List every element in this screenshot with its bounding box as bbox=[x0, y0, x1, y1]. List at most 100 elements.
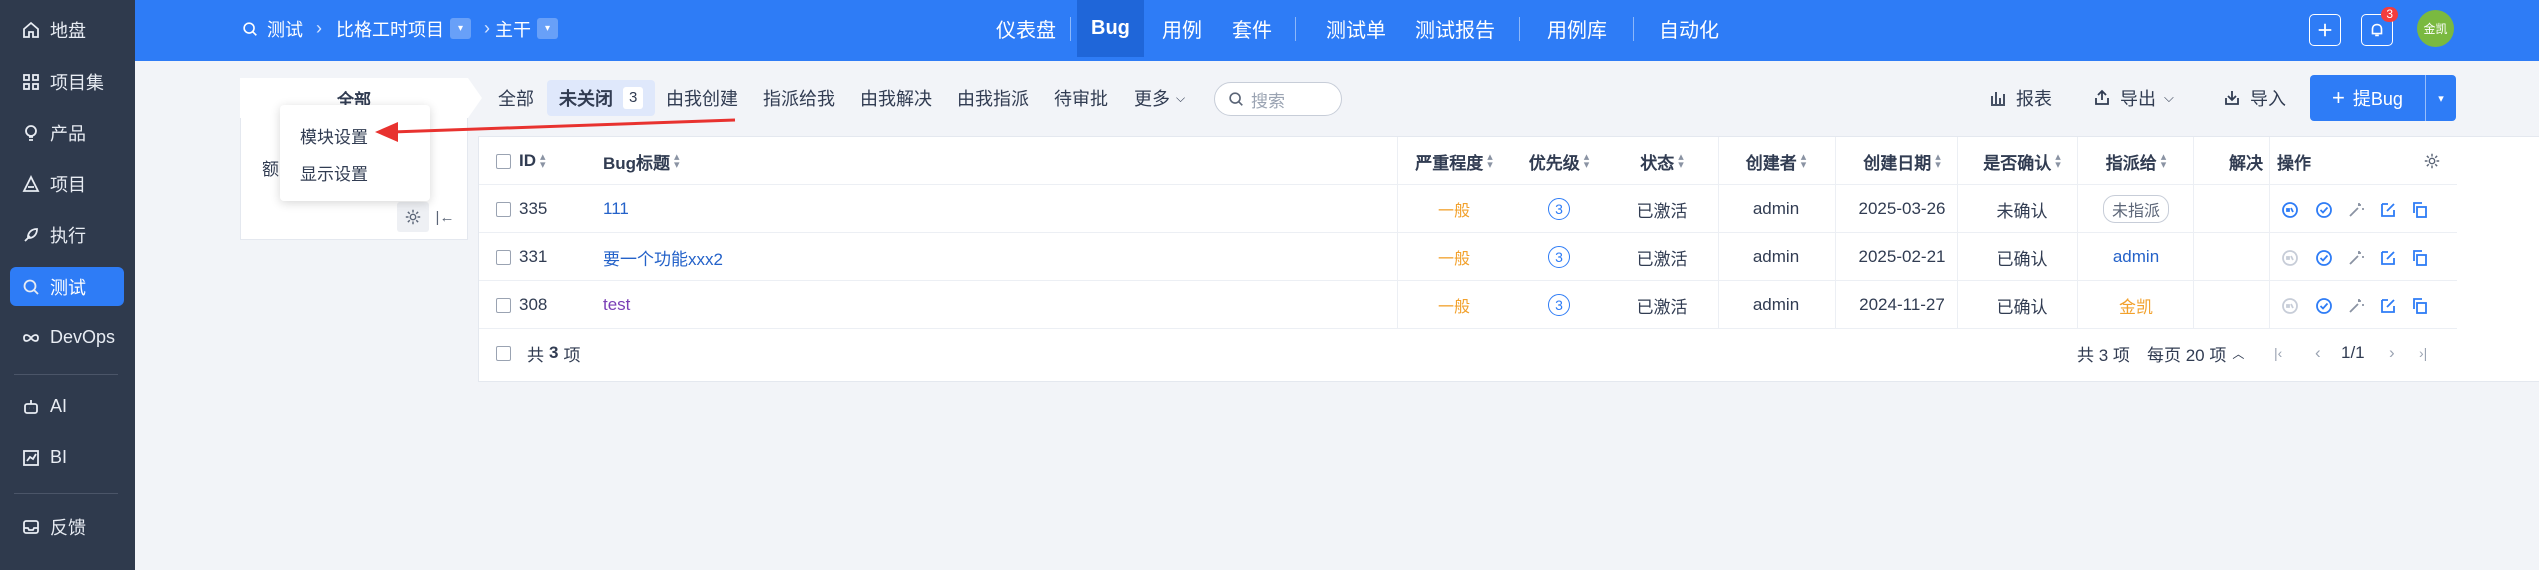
edit-icon[interactable] bbox=[2377, 199, 2399, 221]
header-priority[interactable]: 优先级 ▴ ▾ bbox=[1515, 137, 1603, 185]
prev-page-icon[interactable]: ‹ bbox=[2315, 329, 2321, 377]
resolve-icon[interactable] bbox=[2313, 295, 2335, 317]
per-page-label: 每页 20 项 bbox=[2147, 345, 2227, 365]
row-checkbox[interactable] bbox=[496, 297, 511, 313]
filter-tab-all[interactable]: 全部 bbox=[486, 80, 546, 116]
search-input[interactable]: 搜索 bbox=[1214, 82, 1342, 116]
resolve-icon[interactable] bbox=[2313, 199, 2335, 221]
next-page-icon[interactable]: › bbox=[2389, 329, 2395, 377]
nav-testreport[interactable]: 测试报告 bbox=[1401, 0, 1509, 57]
gear-icon bbox=[2424, 153, 2440, 169]
resolve-icon[interactable] bbox=[2313, 247, 2335, 269]
nav-suites[interactable]: 套件 bbox=[1218, 0, 1286, 57]
confirm-icon bbox=[2279, 247, 2301, 269]
sort-icon: ▴ ▾ bbox=[1583, 151, 1590, 171]
menu-item-module-settings[interactable]: 模块设置 bbox=[300, 123, 368, 148]
nav-bug[interactable]: Bug bbox=[1077, 0, 1144, 57]
breadcrumb-branch[interactable]: 主干 ▾ bbox=[495, 0, 558, 57]
filter-tab-pending-review[interactable]: 待审批 bbox=[1042, 80, 1120, 116]
nav-automation[interactable]: 自动化 bbox=[1645, 0, 1733, 57]
filter-tab-more[interactable]: 更多 ⌵ bbox=[1122, 80, 1197, 116]
breadcrumb-project[interactable]: 比格工时项目 ▾ bbox=[336, 0, 471, 57]
magic-wand-icon[interactable] bbox=[2345, 247, 2367, 269]
nav-divider bbox=[1633, 17, 1634, 41]
bell-icon bbox=[2371, 23, 2383, 37]
table-row[interactable]: 308 test 一般 3 已激活 admin 2024-11-27 已确认 金… bbox=[479, 281, 2457, 329]
sidebar-item-product[interactable]: 产品 bbox=[10, 113, 124, 152]
magic-wand-icon[interactable] bbox=[2345, 199, 2367, 221]
copy-icon[interactable] bbox=[2409, 295, 2431, 317]
nav-cases[interactable]: 用例 bbox=[1148, 0, 1216, 57]
breadcrumb-test[interactable]: 测试 bbox=[241, 0, 303, 57]
footer-checkbox[interactable] bbox=[496, 345, 511, 361]
nav-testtask[interactable]: 测试单 bbox=[1312, 0, 1400, 57]
header-assigned[interactable]: 指派给 ▴ ▾ bbox=[2081, 137, 2191, 185]
table-row[interactable]: 335 111 一般 3 已激活 admin 2025-03-26 未确认 未指… bbox=[479, 185, 2457, 233]
header-label: Bug标题 bbox=[603, 153, 671, 173]
nav-caselib[interactable]: 用例库 bbox=[1533, 0, 1621, 57]
copy-icon[interactable] bbox=[2409, 199, 2431, 221]
sidebar-item-dashboard[interactable]: 地盘 bbox=[10, 10, 124, 49]
row-title-link[interactable]: 111 bbox=[603, 185, 629, 233]
filter-tab-assigned-by-me[interactable]: 由我指派 bbox=[945, 80, 1041, 116]
export-button[interactable]: 导出 ⌵ bbox=[2092, 80, 2174, 116]
sidebar-item-execution[interactable]: 执行 bbox=[10, 215, 124, 254]
create-bug-button[interactable]: + 提Bug ▾ bbox=[2310, 75, 2456, 121]
sidebar-item-ai[interactable]: AI bbox=[10, 387, 124, 426]
last-page-icon[interactable]: ›| bbox=[2419, 329, 2427, 377]
nav-dashboard[interactable]: 仪表盘 bbox=[982, 0, 1070, 57]
import-button[interactable]: 导入 bbox=[2222, 80, 2286, 116]
sidebar-item-feedback[interactable]: 反馈 bbox=[10, 507, 124, 546]
sidebar-item-project[interactable]: 项目 bbox=[10, 164, 124, 203]
page-indicator: 1/1 bbox=[2341, 343, 2365, 362]
table-row[interactable]: 331 要一个功能xxx2 一般 3 已激活 admin 2025-02-21 … bbox=[479, 233, 2457, 281]
create-bug-main[interactable]: + 提Bug bbox=[2310, 75, 2426, 121]
menu-item-display-settings[interactable]: 显示设置 bbox=[300, 160, 368, 185]
collapse-panel-icon[interactable]: |← bbox=[435, 206, 455, 228]
sidebar-divider bbox=[14, 374, 118, 375]
row-title-link[interactable]: test bbox=[603, 281, 630, 329]
add-button[interactable] bbox=[2309, 14, 2341, 46]
row-assigned[interactable]: 金凯 bbox=[2081, 281, 2191, 329]
report-button[interactable]: 报表 bbox=[1988, 80, 2052, 116]
header-resolved[interactable]: 解决 bbox=[2229, 137, 2263, 185]
header-status[interactable]: 状态 ▴ ▾ bbox=[1607, 137, 1717, 185]
per-page-select[interactable]: 每页 20 项 ︿ bbox=[2147, 329, 2244, 377]
chevron-down-icon[interactable]: ▾ bbox=[450, 18, 471, 39]
copy-icon[interactable] bbox=[2409, 247, 2431, 269]
row-checkbox[interactable] bbox=[496, 249, 511, 265]
sidebar-item-devops[interactable]: DevOps bbox=[10, 318, 124, 357]
row-assigned[interactable]: 未指派 bbox=[2081, 185, 2191, 233]
edit-icon[interactable] bbox=[2377, 295, 2399, 317]
magic-wand-icon[interactable] bbox=[2345, 295, 2367, 317]
confirm-icon[interactable] bbox=[2279, 199, 2301, 221]
module-settings-button[interactable] bbox=[397, 202, 429, 232]
header-severity[interactable]: 严重程度 ▴ ▾ bbox=[1399, 137, 1509, 185]
header-title[interactable]: Bug标题 ▴ ▾ bbox=[603, 137, 680, 185]
sidebar-item-test[interactable]: 测试 bbox=[10, 267, 124, 306]
sidebar-item-label: 项目集 bbox=[50, 72, 104, 93]
header-creator[interactable]: 创建者 ▴ ▾ bbox=[1721, 137, 1831, 185]
chevron-down-icon[interactable]: ▾ bbox=[2426, 92, 2456, 105]
search-icon bbox=[1229, 92, 1243, 106]
row-status: 已激活 bbox=[1636, 249, 1688, 269]
header-confirmed[interactable]: 是否确认 ▴ ▾ bbox=[1967, 137, 2077, 185]
sidebar-item-bi[interactable]: BI bbox=[10, 438, 124, 477]
first-page-icon[interactable]: |‹ bbox=[2274, 329, 2282, 377]
edit-icon[interactable] bbox=[2377, 247, 2399, 269]
filter-tab-assigned-to-me[interactable]: 指派给我 bbox=[751, 80, 847, 116]
header-id[interactable]: ID ▴ ▾ bbox=[496, 137, 546, 185]
filter-tab-resolved-by-me[interactable]: 由我解决 bbox=[848, 80, 944, 116]
sidebar-item-programs[interactable]: 项目集 bbox=[10, 62, 124, 101]
row-checkbox[interactable] bbox=[496, 201, 511, 217]
avatar[interactable]: 金凯 bbox=[2417, 10, 2454, 47]
chevron-down-icon[interactable]: ▾ bbox=[537, 18, 558, 39]
row-assigned[interactable]: admin bbox=[2081, 233, 2191, 281]
filter-tab-unclosed[interactable]: 未关闭 3 bbox=[547, 80, 656, 116]
filter-tab-created-by-me[interactable]: 由我创建 bbox=[654, 80, 750, 116]
column-settings-button[interactable] bbox=[2423, 137, 2441, 185]
header-created-date[interactable]: 创建日期 ▴ ▾ bbox=[1837, 137, 1967, 185]
notification-button[interactable]: 3 bbox=[2361, 7, 2398, 46]
select-all-checkbox[interactable] bbox=[496, 153, 511, 169]
row-title-link[interactable]: 要一个功能xxx2 bbox=[603, 233, 723, 281]
